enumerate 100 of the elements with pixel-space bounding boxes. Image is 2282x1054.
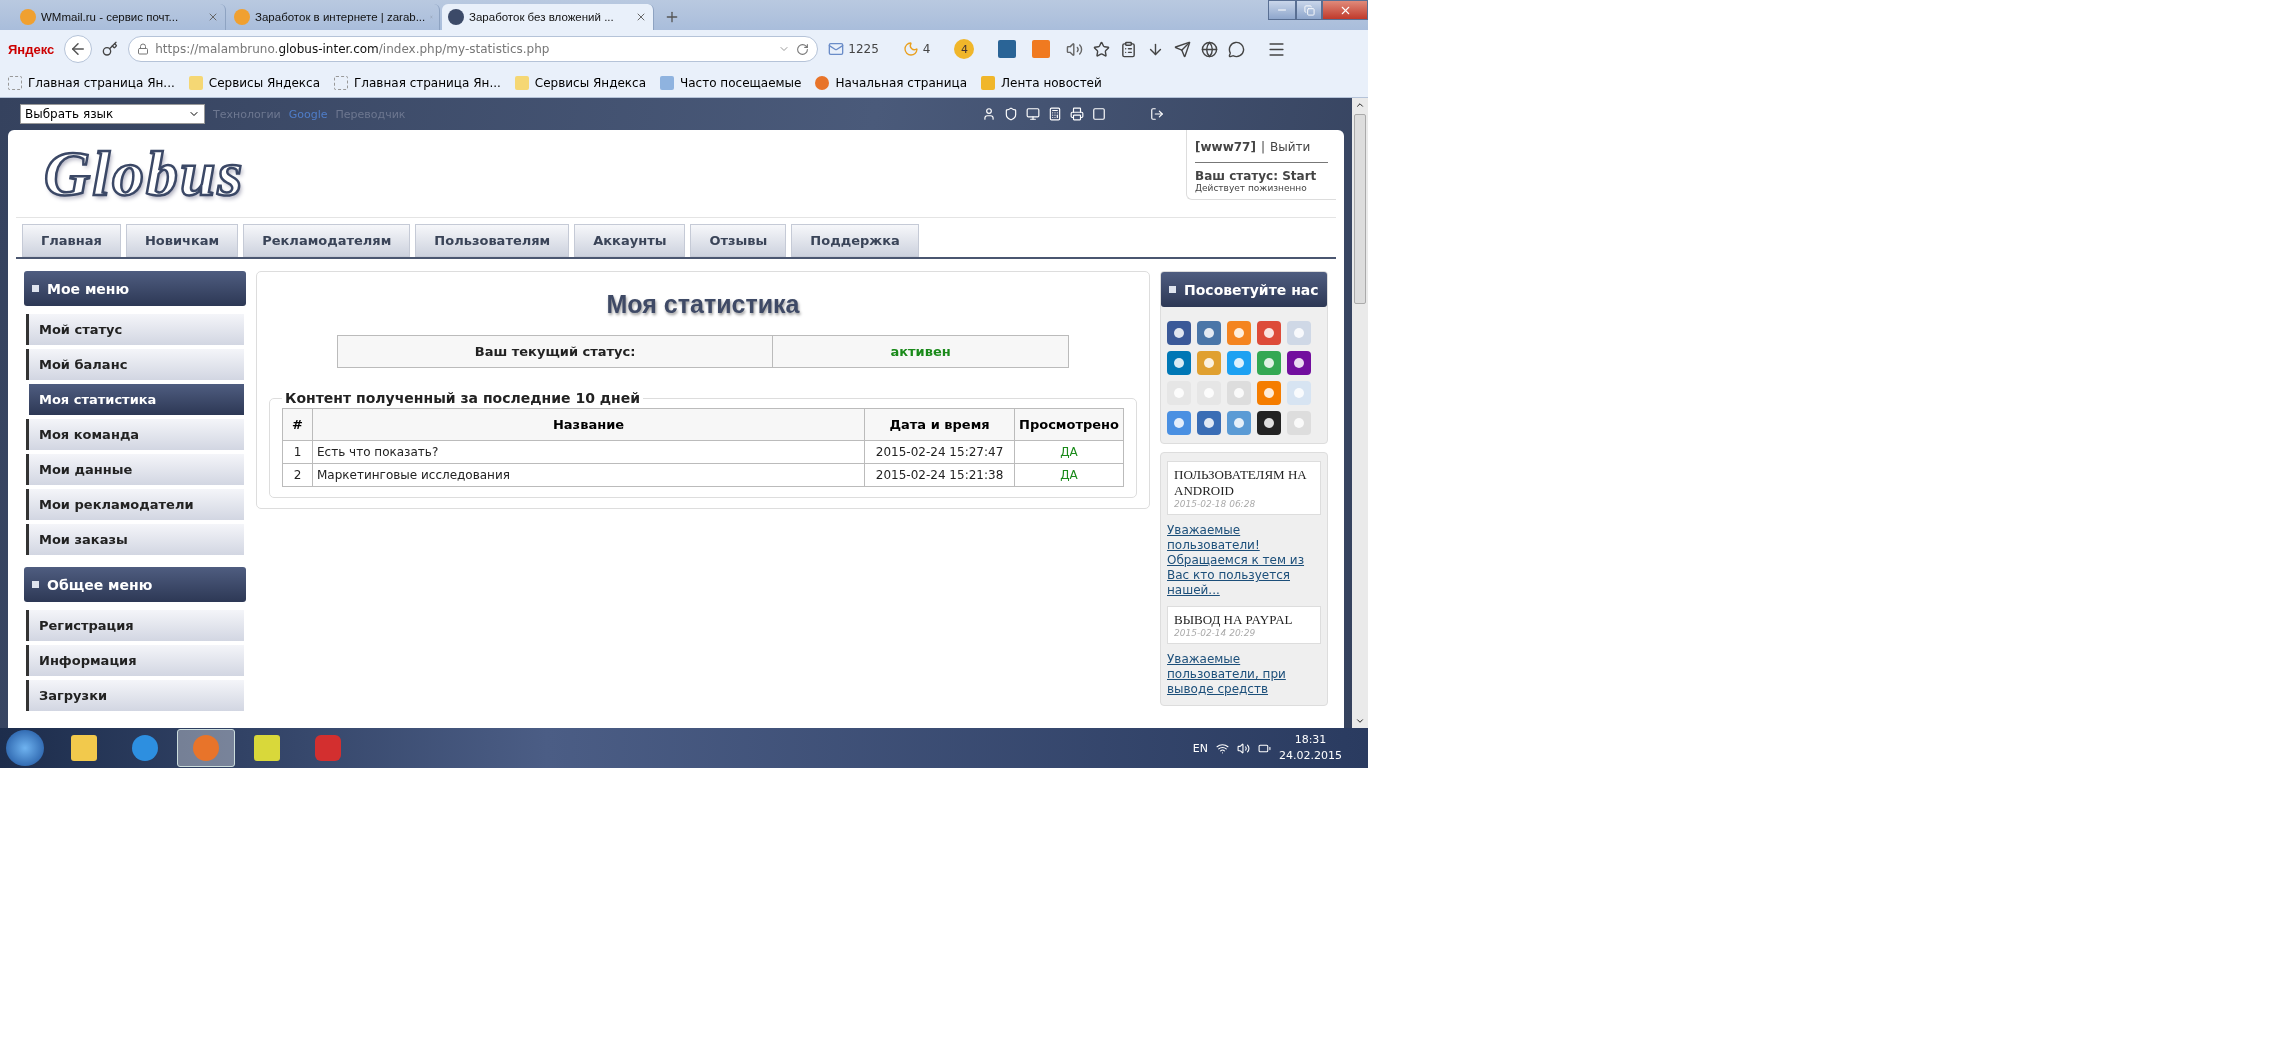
scroll-thumb[interactable] xyxy=(1354,114,1366,304)
bookmark-icon[interactable] xyxy=(1093,40,1111,58)
table-cell: 2 xyxy=(282,463,313,487)
news-title: ПОЛЬЗОВАТЕЛЯМ НА ANDROID xyxy=(1174,467,1308,499)
menu-item[interactable]: Моя команда xyxy=(26,419,244,450)
menu-item[interactable]: Мои заказы xyxy=(26,524,244,555)
nav-tab[interactable]: Пользователям xyxy=(415,224,570,257)
bookmark-item[interactable]: Сервисы Яндекса xyxy=(514,75,647,90)
nav-tab[interactable]: Отзывы xyxy=(690,224,787,257)
page-title: Моя статистика xyxy=(606,290,800,319)
calculator-icon[interactable] xyxy=(1048,107,1062,121)
restore-button[interactable] xyxy=(1296,0,1322,20)
username: [www77] xyxy=(1195,140,1256,154)
volume-icon[interactable] xyxy=(1237,741,1250,755)
column-header: # xyxy=(282,408,313,441)
status-text: Ваш статус: Start xyxy=(1195,169,1318,183)
yandex-logo[interactable]: Яндекс xyxy=(8,41,55,57)
browser-tab[interactable]: Заработок без вложений ... xyxy=(442,4,654,30)
credit-text: Google xyxy=(288,107,328,121)
clipboard-icon[interactable] xyxy=(1120,40,1138,58)
menu-item[interactable]: Мои рекламодатели xyxy=(26,489,244,520)
mail-button[interactable]: 1225 xyxy=(828,41,879,57)
share-icon[interactable] xyxy=(1167,321,1191,345)
menu-item[interactable]: Мой статус xyxy=(26,314,244,345)
table-cell: 1 xyxy=(282,440,313,464)
nav-tab[interactable]: Главная xyxy=(22,224,121,257)
nav-tab[interactable]: Аккаунты xyxy=(574,224,686,257)
bookmark-item[interactable]: Главная страница Ян... xyxy=(8,75,175,90)
bookmark-item[interactable]: Часто посещаемые xyxy=(660,75,802,90)
network-icon[interactable] xyxy=(1216,741,1229,755)
column-header: Название xyxy=(312,408,865,441)
chat-icon[interactable] xyxy=(1228,40,1246,58)
bookmark-item[interactable]: Лента новостей xyxy=(981,75,1102,90)
table-cell: 2015-02-24 15:27:47 xyxy=(864,440,1015,464)
minimize-button[interactable] xyxy=(1268,0,1296,20)
reload-icon[interactable] xyxy=(796,42,810,56)
share-header: Посоветуйте нас xyxy=(1161,272,1327,307)
globe-icon[interactable] xyxy=(1201,40,1219,58)
status-value: активен xyxy=(772,336,1068,367)
table-cell: 2015-02-24 15:21:38 xyxy=(864,463,1015,487)
language-select[interactable]: Выбрать язык xyxy=(20,104,205,124)
table-cell: Есть что показать? xyxy=(312,440,865,464)
separator-text: | xyxy=(1260,140,1265,154)
window-icon[interactable] xyxy=(1092,107,1106,121)
monitor-icon[interactable] xyxy=(1026,107,1040,121)
menu-item[interactable]: Мои данные xyxy=(26,454,244,485)
menu-item[interactable]: Информация xyxy=(26,645,244,676)
printer-icon[interactable] xyxy=(1070,107,1084,121)
status-note: Действует пожизненно xyxy=(1195,183,1308,193)
nav-tab[interactable]: Новичкам xyxy=(125,224,239,257)
key-icon[interactable] xyxy=(102,41,119,57)
table-cell: Маркетинговые исследования xyxy=(312,463,865,487)
counter-badge[interactable]: 4 xyxy=(954,39,975,59)
scroll-down-icon[interactable] xyxy=(1355,716,1365,726)
table-cell: ДА xyxy=(1014,440,1124,464)
column-header: Дата и время xyxy=(864,408,1015,441)
bookmark-item[interactable]: Сервисы Яндекса xyxy=(188,75,320,90)
bookmark-item[interactable]: Начальная страница xyxy=(815,75,967,90)
clock[interactable]: 18:31 24.02.2015 xyxy=(1279,731,1342,765)
back-button[interactable] xyxy=(64,35,93,63)
news-link[interactable]: Уважаемые пользователи! Обращаемся к тем из Вас кто пользуется нашей... xyxy=(1167,523,1321,598)
scroll-up-icon[interactable] xyxy=(1355,100,1365,110)
new-tab-icon[interactable] xyxy=(664,9,680,25)
news-link[interactable]: Уважаемые пользователи, при выводе средств xyxy=(1167,652,1321,697)
weather-button[interactable]: 4 xyxy=(902,41,931,57)
extension-icon[interactable] xyxy=(998,40,1017,58)
menu-item[interactable]: Регистрация xyxy=(26,610,244,641)
send-icon[interactable] xyxy=(1174,40,1192,58)
menu-item[interactable]: Загрузки xyxy=(26,680,244,711)
site-icon xyxy=(448,9,464,25)
bookmark-item[interactable]: Главная страница Ян... xyxy=(334,75,501,90)
shield-icon[interactable] xyxy=(1004,107,1018,121)
section-title: Контент полученный за последние 10 дней xyxy=(284,390,642,406)
share-icon[interactable] xyxy=(1287,351,1311,375)
logout-link[interactable]: Выйти xyxy=(1270,140,1311,154)
lock-icon xyxy=(137,43,150,55)
menu-item[interactable]: Моя статистика xyxy=(26,384,244,415)
logout-icon[interactable] xyxy=(1150,107,1164,121)
nav-tab[interactable]: Поддержка xyxy=(791,224,919,257)
news-date: 2015-02-14 20:29 xyxy=(1174,628,1257,638)
language-indicator[interactable]: EN xyxy=(1192,741,1208,755)
start-button[interactable] xyxy=(6,730,44,766)
menu-item[interactable]: Мой баланс xyxy=(26,349,244,380)
address-field[interactable]: https://malambruno.globus-inter.com/index.php/my-statistics.php xyxy=(128,36,819,62)
close-button[interactable] xyxy=(1322,0,1368,20)
close-icon[interactable] xyxy=(635,11,647,23)
extension-icon[interactable] xyxy=(1032,40,1051,58)
status-label: Ваш текущий статус: xyxy=(473,343,637,361)
scrollbar[interactable] xyxy=(1352,98,1368,728)
nav-tab[interactable]: Рекламодателям xyxy=(243,224,411,257)
moon-icon xyxy=(902,41,919,57)
news-date: 2015-02-18 06:28 xyxy=(1174,499,1257,509)
share-icon[interactable] xyxy=(1257,411,1281,435)
menu-header: Мое меню xyxy=(24,271,246,306)
close-icon[interactable] xyxy=(207,11,219,23)
user-icon[interactable] xyxy=(982,107,996,121)
table-cell: ДА xyxy=(1014,463,1124,487)
speaker-icon[interactable] xyxy=(1066,40,1084,58)
news-title: ВЫВОД НА PAYPAL xyxy=(1174,612,1294,628)
column-header: Просмотрено xyxy=(1014,408,1124,441)
